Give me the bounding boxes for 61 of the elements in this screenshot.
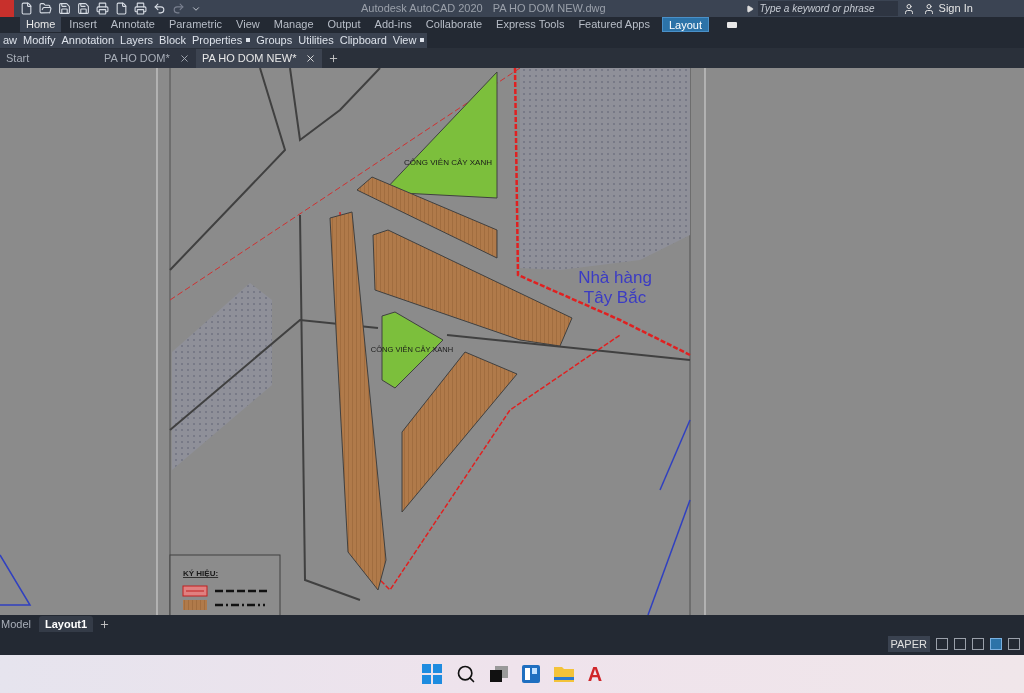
ribbon-tab[interactable]: Insert: [63, 17, 103, 32]
ribbon-panel-tab[interactable]: Groups: [253, 31, 296, 49]
workspace-icon[interactable]: [727, 21, 737, 28]
task-view-icon[interactable]: [489, 666, 508, 682]
app-title: Autodesk AutoCAD 2020: [361, 1, 483, 17]
status-tool-icon[interactable]: [954, 638, 966, 650]
file-name: PA HO DOM NEW.dwg: [492, 1, 606, 17]
ribbon-panel-tab[interactable]: Utilities: [295, 31, 337, 49]
new-tab-icon[interactable]: [327, 53, 339, 64]
status-tool-icon[interactable]: [972, 638, 984, 650]
new-layout-icon[interactable]: [99, 618, 111, 630]
ribbon-tab[interactable]: Manage: [267, 17, 320, 32]
close-icon[interactable]: [304, 53, 316, 64]
user-icon[interactable]: [922, 2, 935, 15]
search-icon[interactable]: [455, 664, 476, 684]
ribbon-tab[interactable]: Output: [321, 17, 367, 32]
ribbon-tab[interactable]: View: [230, 17, 266, 32]
toolbar-icon[interactable]: [134, 2, 147, 15]
expand-icon[interactable]: [745, 4, 754, 13]
park-label: CÔNG VIÊN CÂY XANH: [404, 158, 492, 167]
cad-app-logo[interactable]: A: [587, 664, 603, 684]
file-tab[interactable]: Start: [0, 49, 98, 68]
close-icon[interactable]: [179, 53, 190, 64]
layout-tab[interactable]: Layout1: [38, 616, 94, 632]
toolbar-icon[interactable]: [77, 2, 90, 15]
ribbon-tab[interactable]: Home: [20, 17, 62, 32]
ribbon-panel-tab[interactable]: View: [389, 31, 428, 49]
toolbar-icon[interactable]: [58, 2, 71, 15]
ribbon-tab[interactable]: Layout: [661, 17, 709, 32]
start-icon[interactable]: [421, 664, 442, 684]
ribbon-panel-tab[interactable]: Annotation: [58, 31, 118, 49]
widgets-icon[interactable]: [521, 665, 540, 683]
file-tab[interactable]: PA HO DOM NEW*: [196, 49, 322, 68]
folder-icon[interactable]: [553, 664, 574, 684]
undo-icon[interactable]: [153, 2, 166, 15]
ribbon-panel-tab[interactable]: Layers: [117, 31, 157, 49]
status-tool-icon[interactable]: [1008, 638, 1020, 650]
toolbar-icon[interactable]: [20, 2, 33, 15]
file-tab[interactable]: PA HO DOM*: [98, 49, 196, 68]
ribbon-tab[interactable]: Featured Apps: [572, 17, 656, 32]
restaurant-label: Tây Bắc: [583, 288, 647, 307]
legend-title: KÝ HIỆU:: [183, 569, 219, 578]
ribbon-panel-tab[interactable]: Clipboard: [336, 31, 390, 49]
ribbon-panel-tab[interactable]: aw: [0, 31, 21, 49]
ribbon-tab[interactable]: Parametric: [162, 17, 229, 32]
sign-in-link[interactable]: Sign In: [938, 0, 973, 17]
ribbon-tab[interactable]: Add-ins: [368, 17, 418, 32]
toolbar-icon[interactable]: [115, 2, 128, 15]
restaurant-label: Nhà hàng: [578, 268, 652, 287]
toolbar-icon[interactable]: [96, 2, 109, 15]
ribbon-tab[interactable]: Express Tools: [490, 17, 571, 32]
ribbon-panel-tab[interactable]: Properties: [189, 31, 254, 49]
toolbar-icon[interactable]: [39, 2, 52, 15]
model-tab[interactable]: Model: [0, 616, 39, 632]
ribbon-panel-tab[interactable]: Modify: [20, 31, 59, 49]
search-field[interactable]: Type a keyword or phrase: [757, 1, 898, 16]
ribbon-tab[interactable]: Annotate: [104, 17, 161, 32]
ribbon-panel-tab[interactable]: Block: [156, 31, 189, 49]
status-tool-icon[interactable]: [936, 638, 948, 650]
ribbon-tab[interactable]: Collaborate: [419, 17, 489, 32]
paper-space-button[interactable]: PAPER: [887, 636, 930, 652]
